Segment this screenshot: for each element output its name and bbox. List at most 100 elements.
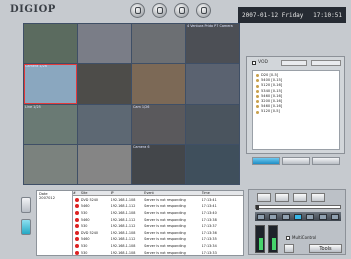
log-site: 5460 [80, 237, 90, 242]
settings-button[interactable] [174, 3, 189, 18]
playback-progress[interactable] [255, 205, 341, 210]
camera-view[interactable] [132, 64, 185, 104]
volume-slider-right[interactable] [268, 225, 278, 253]
selected-outline [24, 64, 77, 104]
tab-live[interactable] [252, 157, 280, 165]
log-date-value[interactable]: 2007012 [39, 196, 70, 200]
record-icon [157, 7, 163, 14]
top-toolbar [130, 3, 211, 18]
error-icon [75, 217, 79, 222]
log-event: Server is not responding [144, 230, 186, 235]
log-ip: 192.168.1.108 [110, 250, 136, 255]
log-time: 17:13:40 [201, 210, 217, 215]
log-row[interactable]: 530 192.168.1.112 Server is not responding… [73, 223, 243, 229]
camera-view[interactable]: Line 1/25 [24, 104, 77, 144]
layout-9-button[interactable] [293, 193, 307, 202]
app-logo: DIGIOP [10, 4, 56, 15]
camera-grid: 4 Ventura Prido P7 Camera Camera 1/26 Line… [23, 23, 240, 185]
camera-label: Cam 1/26 [133, 104, 150, 109]
log-time: 17:13:33 [201, 250, 217, 255]
record-button[interactable] [152, 3, 167, 18]
layout-4-button[interactable] [275, 193, 289, 202]
vod-label: VOD [258, 60, 269, 65]
camera-view[interactable] [186, 144, 239, 184]
view-tabs [252, 157, 340, 165]
end-button[interactable] [330, 213, 339, 220]
log-row[interactable]: 5460 192.168.1.112 Server is not respondin… [73, 217, 243, 223]
log-site: 5460 [80, 204, 90, 209]
camera-label: Camera 6 [133, 144, 150, 149]
log-time: 17:13:41 [201, 204, 217, 209]
step-back-button[interactable] [269, 213, 278, 220]
camera-view[interactable]: Camera 1/26 [24, 64, 77, 104]
log-row[interactable]: 530 192.168.1.108 Server is not responding… [73, 243, 243, 249]
camera-view[interactable]: Cam 1/26 [132, 104, 185, 144]
log-ip: 192.168.1.108 [110, 210, 136, 215]
camera-button[interactable] [130, 3, 145, 18]
camera-icon [256, 84, 259, 88]
exit-button[interactable] [196, 3, 211, 18]
layout-16-button[interactable] [311, 193, 325, 202]
progress-handle[interactable] [256, 205, 259, 210]
log-row[interactable]: 5460 192.168.1.112 Server is not respondin… [73, 204, 243, 210]
log-ip: 192.168.1.112 [110, 217, 136, 222]
log-row[interactable]: 530 192.168.1.108 Server is not responding… [73, 250, 243, 255]
camera-view[interactable] [78, 104, 131, 144]
zoom-button[interactable] [284, 244, 294, 253]
log-site: 530 [80, 243, 88, 248]
site-select[interactable] [281, 60, 307, 66]
log-header-row: # Site IP Event Time [73, 191, 243, 196]
layout-1-button[interactable] [257, 193, 271, 202]
log-ip: 192.168.1.108 [110, 230, 136, 235]
log-site: 530 [80, 250, 88, 255]
multicontrol-checkbox[interactable] [286, 235, 290, 240]
log-header-num: # [73, 191, 76, 195]
multicontrol-label: MultiControl [292, 235, 317, 240]
group-select[interactable] [311, 60, 341, 66]
volume-slider-left[interactable] [255, 225, 265, 253]
camera-view[interactable] [186, 64, 239, 104]
log-date-column: Date 2007012 [37, 191, 73, 255]
log-header-site: Site [80, 191, 88, 195]
camera-view[interactable] [186, 104, 239, 144]
vod-toggle[interactable]: VOD [252, 60, 268, 65]
side-tab-2[interactable] [21, 219, 31, 235]
error-icon [75, 237, 79, 242]
log-event: Server is not responding [144, 217, 186, 222]
camera-view[interactable] [24, 24, 77, 64]
tab-playback[interactable] [312, 157, 340, 165]
log-time: 17:13:34 [201, 243, 217, 248]
camera-icon [256, 89, 259, 93]
step-forward-button[interactable] [306, 213, 315, 220]
vod-checkbox[interactable] [252, 60, 256, 65]
log-row[interactable]: 530 192.168.1.108 Server is not responding… [73, 210, 243, 216]
settings-icon [179, 7, 185, 14]
rewind-button[interactable] [257, 213, 266, 220]
log-row[interactable]: DVD 5240 192.168.1.108 Server is not respo… [73, 230, 243, 236]
play-button[interactable] [293, 213, 302, 220]
camera-view[interactable]: 4 Ventura Prido P7 Camera [186, 24, 239, 64]
camera-view[interactable] [78, 24, 131, 64]
camera-tree: D20 [0-5] 5400 [0-15] 5120 [0-16] 5340 [0-1… [252, 70, 340, 150]
error-icon [75, 197, 79, 202]
power-icon [201, 7, 207, 14]
camera-icon [256, 79, 259, 83]
log-row[interactable]: 5460 192.168.1.112 Server is not respondin… [73, 237, 243, 243]
camera-view[interactable] [78, 64, 131, 104]
camera-view[interactable] [78, 144, 131, 184]
tools-button[interactable]: Tools [309, 244, 342, 253]
side-tab-1[interactable] [21, 197, 31, 213]
tree-item[interactable]: 5120 [0-5] [256, 109, 336, 114]
log-site: 530 [80, 210, 88, 215]
fast-forward-button[interactable] [318, 213, 327, 220]
camera-view[interactable] [132, 24, 185, 64]
camera-view[interactable] [24, 144, 77, 184]
pause-button[interactable] [281, 213, 290, 220]
log-event: Server is not responding [144, 197, 186, 202]
tab-search[interactable] [282, 157, 310, 165]
camera-icon [256, 100, 259, 104]
log-row[interactable]: DVD 5240 192.168.1.108 Server is not respo… [73, 197, 243, 203]
tools-label: Tools [319, 245, 332, 252]
camera-view[interactable]: Camera 6 [132, 144, 185, 184]
multicontrol-toggle[interactable]: MultiControl [286, 235, 316, 240]
